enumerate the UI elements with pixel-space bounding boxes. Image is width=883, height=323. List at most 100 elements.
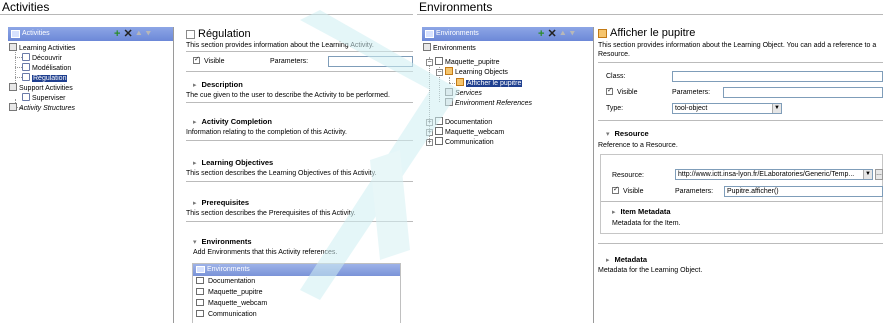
box-icon bbox=[435, 57, 443, 65]
environments-list-header: Environments bbox=[193, 264, 400, 276]
box-icon bbox=[196, 288, 204, 295]
tree-item-superviser[interactable]: Superviser bbox=[22, 93, 65, 103]
chevron-down-icon: ▼ bbox=[863, 170, 872, 179]
object-icon bbox=[598, 29, 607, 38]
leaf-icon bbox=[22, 63, 30, 71]
section-environments-text: Add Environments that this Activity refe… bbox=[193, 249, 338, 256]
tree-item-afficher-le-pupitre[interactable]: Afficher le pupitre bbox=[456, 78, 523, 88]
add-icon[interactable]: + bbox=[114, 27, 120, 41]
collapse-toggle-icon[interactable]: − bbox=[426, 59, 433, 66]
delete-icon[interactable]: ✕ bbox=[547, 27, 556, 41]
collapse-toggle-icon[interactable]: − bbox=[436, 69, 443, 76]
section-learning-objectives-header[interactable]: ▸ Learning Objectives bbox=[193, 158, 273, 167]
learning-object-title: Afficher le pupitre bbox=[598, 27, 695, 40]
list-item[interactable]: Communication bbox=[193, 309, 400, 320]
section-metadata-text: Metadata for the Learning Object. bbox=[598, 267, 703, 274]
expand-arrow-icon: ▸ bbox=[606, 257, 610, 264]
objects-icon bbox=[445, 67, 453, 75]
activity-detail-panel: Régulation bbox=[186, 15, 413, 40]
environments-icon bbox=[423, 43, 431, 51]
expand-toggle-icon[interactable]: + bbox=[426, 139, 433, 146]
list-item[interactable]: Documentation bbox=[193, 276, 400, 287]
support-icon bbox=[9, 83, 17, 91]
move-up-icon[interactable]: ⯅ bbox=[560, 27, 566, 41]
tree-item-learning-activities[interactable]: Learning Activities bbox=[9, 43, 75, 53]
list-item[interactable]: Maquette_pupitre bbox=[193, 287, 400, 298]
learning-object-intro-text: This section provides information about … bbox=[598, 42, 877, 58]
box-icon bbox=[435, 127, 443, 135]
section-prerequisites-header[interactable]: ▸ Prerequisites bbox=[193, 198, 249, 207]
move-up-icon[interactable]: ⯅ bbox=[136, 27, 142, 41]
resource-label: Resource: bbox=[612, 172, 644, 179]
expand-toggle-icon[interactable]: + bbox=[426, 119, 433, 126]
tree-item-services[interactable]: Services bbox=[445, 88, 482, 98]
class-input[interactable] bbox=[672, 71, 883, 82]
tree-item-documentation[interactable]: Documentation bbox=[435, 117, 492, 127]
expand-arrow-icon: ▸ bbox=[193, 119, 197, 126]
page-icon bbox=[186, 30, 195, 39]
expand-arrow-icon: ▸ bbox=[193, 82, 197, 89]
section-activity-completion-text: Information relating to the completion o… bbox=[186, 129, 347, 136]
delete-icon[interactable]: ✕ bbox=[123, 27, 132, 41]
structure-icon bbox=[9, 103, 17, 111]
tree-item-decouvrir[interactable]: Découvrir bbox=[22, 53, 62, 63]
activities-pane: Activities Activities + ✕ ⯅ ⯆ Learning A… bbox=[0, 0, 413, 323]
add-icon[interactable]: + bbox=[538, 27, 544, 41]
move-down-icon[interactable]: ⯆ bbox=[569, 27, 575, 41]
environments-tree-header-label: Environments bbox=[436, 30, 479, 37]
environments-tree-panel: Environments + ✕ ⯅ ⯆ − − + + + Environme… bbox=[422, 27, 594, 323]
section-resource-header[interactable]: ▾ Resource bbox=[606, 129, 649, 138]
visible-checkbox[interactable]: Visible bbox=[606, 86, 638, 97]
activities-tree-panel: Activities + ✕ ⯅ ⯆ Learning Activities D… bbox=[8, 27, 174, 323]
section-metadata-header[interactable]: ▸ Metadata bbox=[606, 255, 647, 264]
environments-list: Environments Documentation Maquette_pupi… bbox=[192, 263, 401, 323]
box-icon bbox=[196, 310, 204, 317]
tree-item-maquette-pupitre[interactable]: Maquette_pupitre bbox=[435, 57, 499, 67]
box-icon bbox=[435, 117, 443, 125]
type-select[interactable]: tool-object ▼ bbox=[672, 103, 782, 114]
chevron-down-icon: ▼ bbox=[772, 104, 781, 113]
activities-tree-header-label: Activities bbox=[22, 30, 50, 37]
browse-icon[interactable]: … bbox=[875, 169, 883, 180]
tree-item-modelisation[interactable]: Modélisation bbox=[22, 63, 71, 73]
object-icon bbox=[456, 78, 464, 86]
environments-pane-title: Environments bbox=[417, 0, 883, 15]
tree-item-environment-references[interactable]: Environment References bbox=[445, 98, 532, 108]
tree-item-environments[interactable]: Environments bbox=[423, 43, 476, 53]
checkbox-checked-icon bbox=[193, 55, 200, 64]
expand-arrow-icon: ▸ bbox=[612, 209, 616, 216]
box-icon bbox=[196, 277, 204, 284]
tree-item-support-activities[interactable]: Support Activities bbox=[9, 83, 73, 93]
parameters-label: Parameters: bbox=[672, 89, 711, 96]
tree-item-activity-structures[interactable]: Activity Structures bbox=[9, 103, 75, 113]
leaf-icon bbox=[22, 93, 30, 101]
move-down-icon[interactable]: ⯆ bbox=[145, 27, 151, 41]
tree-item-regulation[interactable]: Régulation bbox=[22, 73, 68, 83]
section-activity-completion-header[interactable]: ▸ Activity Completion bbox=[193, 117, 272, 126]
references-icon bbox=[445, 98, 453, 106]
activity-intro-text: This section provides information about … bbox=[186, 42, 374, 49]
leaf-icon bbox=[22, 53, 30, 61]
folder-icon bbox=[11, 30, 20, 38]
collapse-arrow-icon: ▾ bbox=[606, 131, 610, 138]
resource-parameters-input[interactable]: Pupitre.afficher() bbox=[724, 186, 883, 197]
resource-visible-checkbox[interactable]: Visible bbox=[612, 185, 644, 196]
expand-arrow-icon: ▸ bbox=[193, 160, 197, 167]
section-item-metadata-header[interactable]: ▸ Item Metadata bbox=[612, 207, 671, 216]
section-learning-objectives-text: This section describes the Learning Obje… bbox=[186, 170, 377, 177]
expand-toggle-icon[interactable]: + bbox=[426, 129, 433, 136]
tree-item-communication[interactable]: Communication bbox=[435, 137, 494, 147]
page-title: Régulation bbox=[186, 28, 413, 41]
activities-pane-title: Activities bbox=[0, 0, 413, 15]
section-prerequisites-text: This section describes the Prerequisites… bbox=[186, 210, 356, 217]
section-description-header[interactable]: ▸ Description bbox=[193, 80, 243, 89]
list-item[interactable]: Maquette_webcam bbox=[193, 298, 400, 309]
parameters-input[interactable] bbox=[328, 56, 413, 67]
activities-toolbar: + ✕ ⯅ ⯆ bbox=[114, 27, 151, 41]
tree-item-learning-objects[interactable]: Learning Objects bbox=[445, 67, 508, 77]
tree-item-maquette-webcam[interactable]: Maquette_webcam bbox=[435, 127, 504, 137]
parameters-input[interactable] bbox=[723, 87, 883, 98]
section-environments-header[interactable]: ▾ Environments bbox=[193, 237, 252, 246]
resource-select[interactable]: http://www.ictt.insa-lyon.fr/ELaboratori… bbox=[675, 169, 873, 180]
visible-checkbox[interactable]: Visible bbox=[193, 55, 225, 66]
